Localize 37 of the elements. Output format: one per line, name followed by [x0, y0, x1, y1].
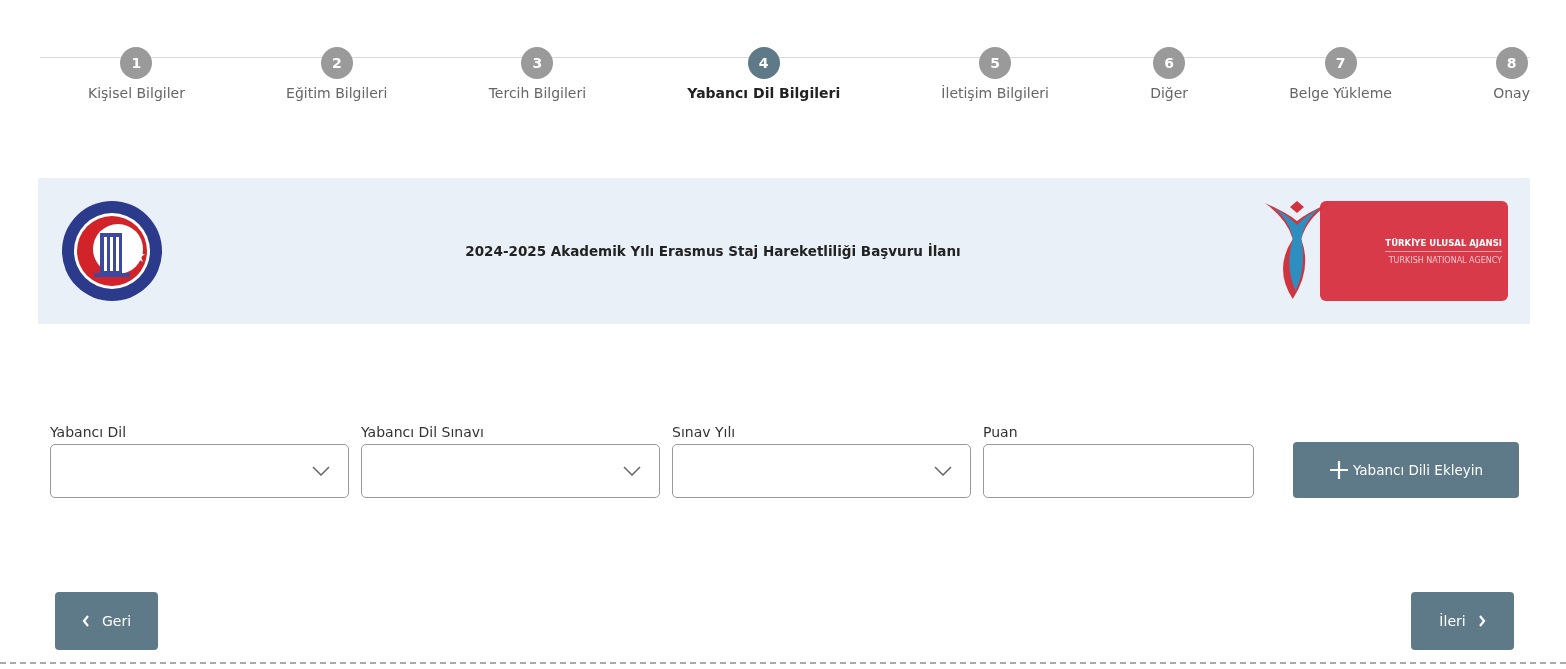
field-label: Sınav Yılı [672, 424, 737, 440]
chevron-down-icon [623, 466, 641, 476]
chevron-down-icon [934, 466, 952, 476]
step-label[interactable]: Diğer [1150, 85, 1189, 101]
chevron-down-icon [312, 466, 330, 476]
announcement-title: 2024-2025 Akademik Yılı Erasmus Staj Hareketliliği Başvuru İlanı [464, 243, 962, 259]
field-label: Puan [983, 424, 1019, 440]
field-label: Yabancı Dil Sınavı [361, 424, 485, 440]
score-input-field[interactable] [983, 444, 1254, 498]
university-seal-icon [60, 199, 164, 303]
step-label[interactable]: Kişisel Bilgiler [88, 85, 185, 101]
step-number[interactable]: 4 [747, 47, 780, 79]
step-number[interactable]: 2 [320, 47, 353, 79]
field-label: Yabancı Dil [50, 424, 128, 440]
step-number[interactable]: 8 [1495, 47, 1528, 79]
agency-name-english: TURKISH NATIONAL AGENCY [1388, 255, 1502, 265]
step-number[interactable]: 3 [521, 47, 554, 79]
step-label[interactable]: Belge Yükleme [1289, 85, 1392, 101]
dropdown-field[interactable] [361, 444, 660, 498]
agency-name: TÜRKİYE ULUSAL AJANSI [1385, 237, 1502, 252]
step-label[interactable]: Tercih Bilgileri [488, 85, 587, 101]
step-label[interactable]: İletişim Bilgileri [941, 85, 1049, 101]
next-button[interactable]: İleri [1411, 592, 1514, 650]
step-number[interactable]: 7 [1324, 47, 1357, 79]
plus-icon [1328, 460, 1349, 480]
step-label[interactable]: Yabancı Dil Bilgileri [687, 85, 841, 101]
add-language-button[interactable]: Yabancı Dili Ekleyin [1293, 442, 1519, 498]
step-label[interactable]: Eğitim Bilgileri [286, 85, 388, 101]
chevron-right-icon [1477, 615, 1486, 627]
step-label[interactable]: Onay [1493, 85, 1530, 101]
step-number[interactable]: 5 [979, 47, 1012, 79]
back-button[interactable]: Geri [55, 592, 158, 650]
step-number[interactable]: 1 [120, 47, 153, 79]
dropdown-field[interactable] [672, 444, 971, 498]
chevron-left-icon [81, 615, 90, 627]
dropdown-field[interactable] [50, 444, 349, 498]
step-number[interactable]: 6 [1153, 47, 1186, 79]
